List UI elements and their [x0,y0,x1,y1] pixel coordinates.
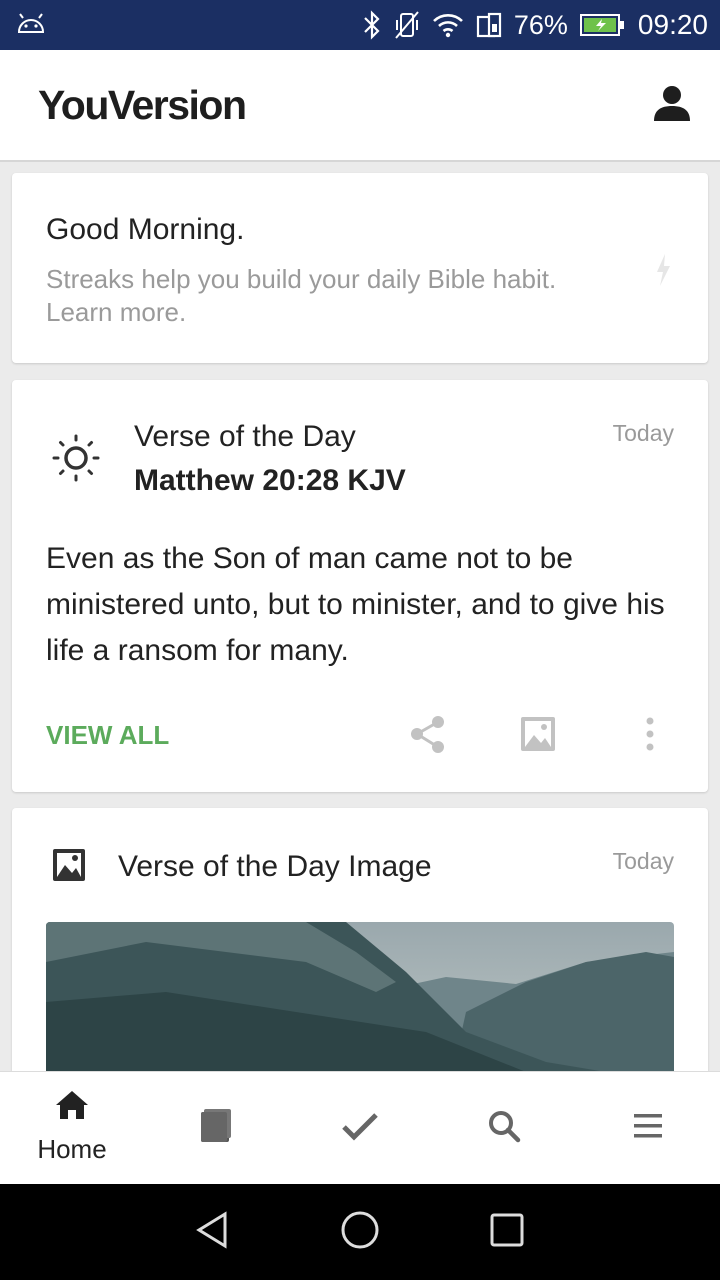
votd-label: Verse of the Day [134,420,356,453]
create-image-icon[interactable] [520,716,556,757]
menu-icon [632,1112,664,1145]
app-header: YouVersion [0,50,720,162]
bottom-tab-bar: Home [0,1071,720,1184]
home-icon [54,1089,90,1126]
votd-text[interactable]: Even as the Son of man came not to be mi… [46,536,686,674]
tab-search[interactable] [432,1072,576,1184]
checkmark-icon [341,1111,379,1146]
votd-reference[interactable]: Matthew 20:28 KJV [134,464,406,498]
recents-icon [487,1210,527,1255]
battery-percentage: 76% [513,9,568,40]
android-icon [16,12,46,39]
lightning-bolt-icon [654,253,672,292]
sun-icon [50,432,102,489]
back-button[interactable] [183,1202,243,1262]
battery-icon [579,13,626,37]
streaks-learn-more[interactable]: Streaks help you build your daily Bible … [46,263,626,329]
search-icon [487,1109,521,1148]
profile-button[interactable] [650,83,694,127]
wifi-icon [432,12,464,38]
tab-more[interactable] [576,1072,720,1184]
votd-date: Today [612,420,674,446]
tab-bible[interactable] [144,1072,288,1184]
tab-home[interactable]: Home [0,1072,144,1184]
share-icon[interactable] [408,714,448,761]
view-all-button[interactable]: VIEW ALL [46,720,169,751]
more-options-icon[interactable] [640,716,660,757]
back-icon [193,1210,233,1255]
bible-icon [199,1108,233,1149]
streaks-card[interactable]: Good Morning. Streaks help you build you… [12,173,708,363]
verse-image-title: Verse of the Day Image [118,850,432,883]
recents-button[interactable] [477,1202,537,1262]
circle-home-icon [340,1210,380,1255]
clock: 09:20 [637,9,708,40]
vibrate-icon [394,10,420,40]
verse-of-the-day-card: Verse of the Day Matthew 20:28 KJV Today… [12,380,708,792]
tab-plans[interactable] [288,1072,432,1184]
tab-home-label: Home [37,1134,107,1164]
verse-image-card: Verse of the Day Image Today [12,808,708,1108]
greeting-title: Good Morning. [46,213,245,246]
home-nav-button[interactable] [330,1202,390,1262]
profile-icon [652,83,692,128]
youversion-logo: YouVersion [38,81,247,128]
verse-image-date: Today [612,848,674,874]
sim-card-icon [476,12,502,38]
bluetooth-icon [362,10,382,40]
status-bar: 76% 09:20 [0,0,720,50]
image-icon [52,848,86,887]
android-nav-bar [0,1184,720,1280]
